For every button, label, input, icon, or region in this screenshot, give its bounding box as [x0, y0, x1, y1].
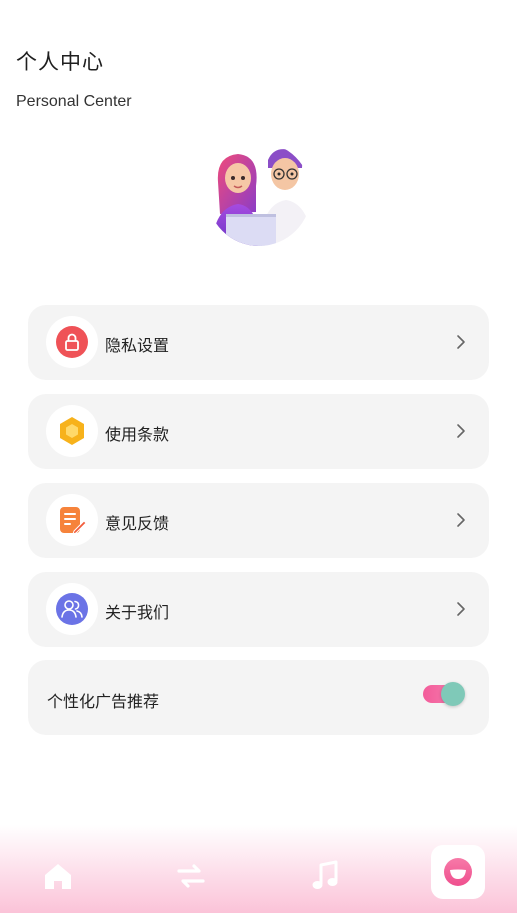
menu-item-feedback[interactable]: 意见反馈 — [28, 483, 489, 558]
personalized-ad-toggle[interactable] — [423, 682, 465, 706]
bottom-tab-bar — [0, 825, 517, 913]
users-icon — [56, 593, 88, 625]
icon-badge — [46, 583, 98, 635]
personalized-ad-row: 个性化广告推荐 — [28, 660, 489, 735]
profile-icon — [444, 858, 472, 886]
chevron-right-icon — [457, 424, 465, 438]
avatar-illustration — [212, 149, 311, 246]
menu-label-about: 关于我们 — [105, 603, 170, 622]
menu-item-about[interactable]: 关于我们 — [28, 572, 489, 647]
tab-music[interactable] — [297, 849, 353, 903]
lock-icon — [56, 326, 88, 358]
transfer-icon — [177, 864, 205, 888]
page-subtitle: Personal Center — [16, 93, 132, 110]
icon-badge — [46, 494, 98, 546]
icon-badge — [46, 316, 98, 368]
icon-badge — [46, 405, 98, 457]
music-note-icon — [312, 860, 338, 889]
menu-item-terms[interactable]: 使用条款 — [28, 394, 489, 469]
chevron-right-icon — [457, 335, 465, 349]
tab-transfer[interactable] — [163, 849, 219, 903]
chevron-right-icon — [457, 602, 465, 616]
hexagon-icon — [60, 417, 84, 445]
personalized-ad-label: 个性化广告推荐 — [47, 692, 160, 711]
menu-label-terms: 使用条款 — [105, 425, 170, 444]
tab-profile[interactable] — [431, 845, 485, 899]
chevron-right-icon — [457, 513, 465, 527]
page-title: 个人中心 — [16, 50, 104, 74]
home-icon — [45, 864, 71, 889]
menu-item-privacy[interactable]: 隐私设置 — [28, 305, 489, 380]
tab-home[interactable] — [30, 849, 86, 903]
menu-label-feedback: 意见反馈 — [105, 514, 170, 533]
edit-document-icon — [60, 507, 87, 535]
menu-label-privacy: 隐私设置 — [105, 336, 170, 355]
toggle-knob — [441, 682, 465, 706]
